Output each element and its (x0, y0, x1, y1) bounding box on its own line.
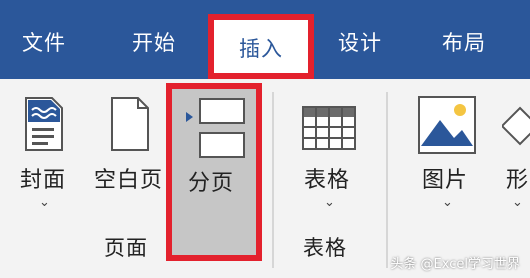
cover-page-icon (25, 97, 63, 151)
shapes-icon (502, 106, 530, 146)
group-divider (272, 92, 274, 268)
blank-page-icon (111, 97, 149, 151)
group-label-tables: 表格 (303, 236, 347, 260)
shapes-label: 形 (506, 168, 530, 193)
tab-insert[interactable]: 插入 (208, 14, 314, 79)
table-label: 表格 (304, 168, 351, 193)
tab-home[interactable]: 开始 (132, 26, 176, 60)
table-button[interactable]: 表格 ⌄ (296, 92, 362, 222)
page-break-label: 分页 (188, 171, 235, 196)
shapes-button[interactable]: 形 ⌄ (500, 92, 530, 222)
cover-page-button[interactable]: 封面 ⌄ (14, 92, 74, 222)
picture-label: 图片 (422, 168, 469, 193)
picture-button[interactable]: 图片 ⌄ (410, 92, 486, 222)
chevron-down-icon: ⌄ (512, 195, 523, 210)
blank-page-button[interactable]: 空白页 (92, 92, 170, 202)
picture-icon (418, 96, 476, 154)
tab-layout[interactable]: 布局 (442, 26, 486, 60)
chevron-down-icon: ⌄ (39, 195, 50, 210)
table-icon (302, 106, 356, 150)
tab-file[interactable]: 文件 (22, 26, 66, 60)
chevron-down-icon: ⌄ (442, 195, 453, 210)
page-break-button[interactable]: 分页 (166, 83, 262, 261)
cover-page-label: 封面 (20, 168, 67, 193)
group-label-pages: 页面 (104, 236, 148, 260)
tab-insert-label: 插入 (239, 37, 283, 61)
page-break-icon (186, 98, 245, 158)
tab-design[interactable]: 设计 (338, 26, 382, 60)
group-divider (386, 92, 388, 268)
watermark: 头条 @Excel学习世界 (390, 257, 520, 272)
blank-page-label: 空白页 (94, 168, 164, 193)
ribbon-tab-bar: 文件 开始 插入 设计 布局 (0, 0, 530, 79)
chevron-down-icon: ⌄ (324, 195, 335, 210)
